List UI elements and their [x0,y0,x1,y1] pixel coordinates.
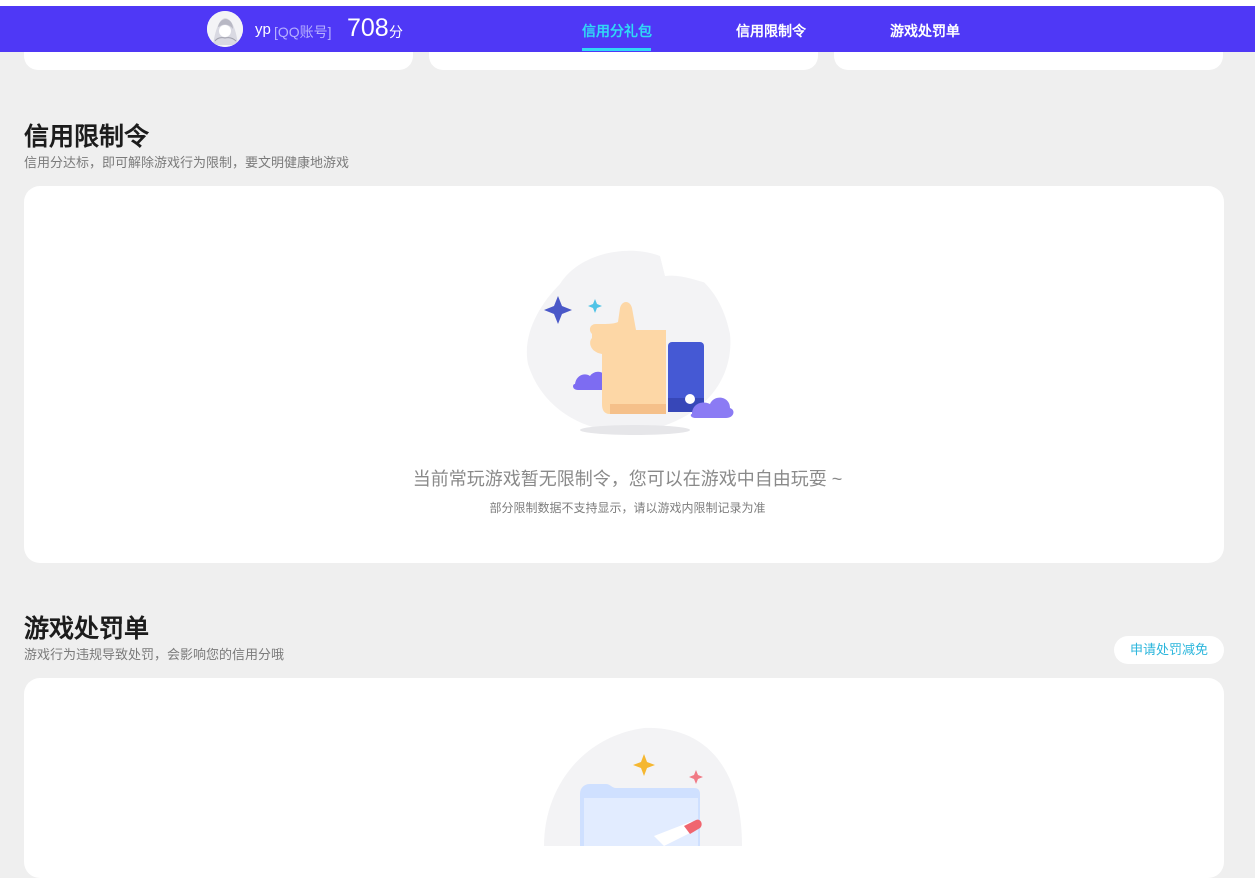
thumbs-up-illustration [526,250,734,435]
restriction-section-title: 信用限制令 [24,123,150,151]
top-edge [0,0,1255,6]
restriction-empty-message: 当前常玩游戏暂无限制令，您可以在游戏中自由玩耍 ~ [412,469,843,489]
penalty-section-title: 游戏处罚单 [24,615,150,643]
tab-credit-restriction[interactable]: 信用限制令 [736,21,806,41]
top-navigation-bar: yp [QQ账号] 708 分 信用分礼包 信用限制令 游戏处罚单 [0,6,1255,52]
tab-game-penalty[interactable]: 游戏处罚单 [890,21,960,41]
apply-penalty-reduction-button[interactable]: 申请处罚减免 [1114,636,1224,664]
account-type-label: [QQ账号] [274,24,332,40]
credit-score-value: 708 [347,14,389,42]
avatar-image [207,11,243,47]
folder-illustration [544,727,742,846]
restriction-card: 当前常玩游戏暂无限制令，您可以在游戏中自由玩耍 ~ 部分限制数据不支持显示，请以… [24,186,1224,563]
avatar[interactable] [207,11,243,47]
credit-score-unit: 分 [389,24,403,40]
username: yp [255,21,271,38]
active-tab-indicator [582,48,651,51]
restriction-section-subtitle: 信用分达标，即可解除游戏行为限制，要文明健康地游戏 [24,155,350,170]
restriction-empty-note: 部分限制数据不支持显示，请以游戏内限制记录为准 [489,501,766,515]
penalty-card [24,678,1224,878]
penalty-section-subtitle: 游戏行为违规导致处罚，会影响您的信用分哦 [24,647,285,662]
tab-credit-gift-pack[interactable]: 信用分礼包 [582,21,652,41]
